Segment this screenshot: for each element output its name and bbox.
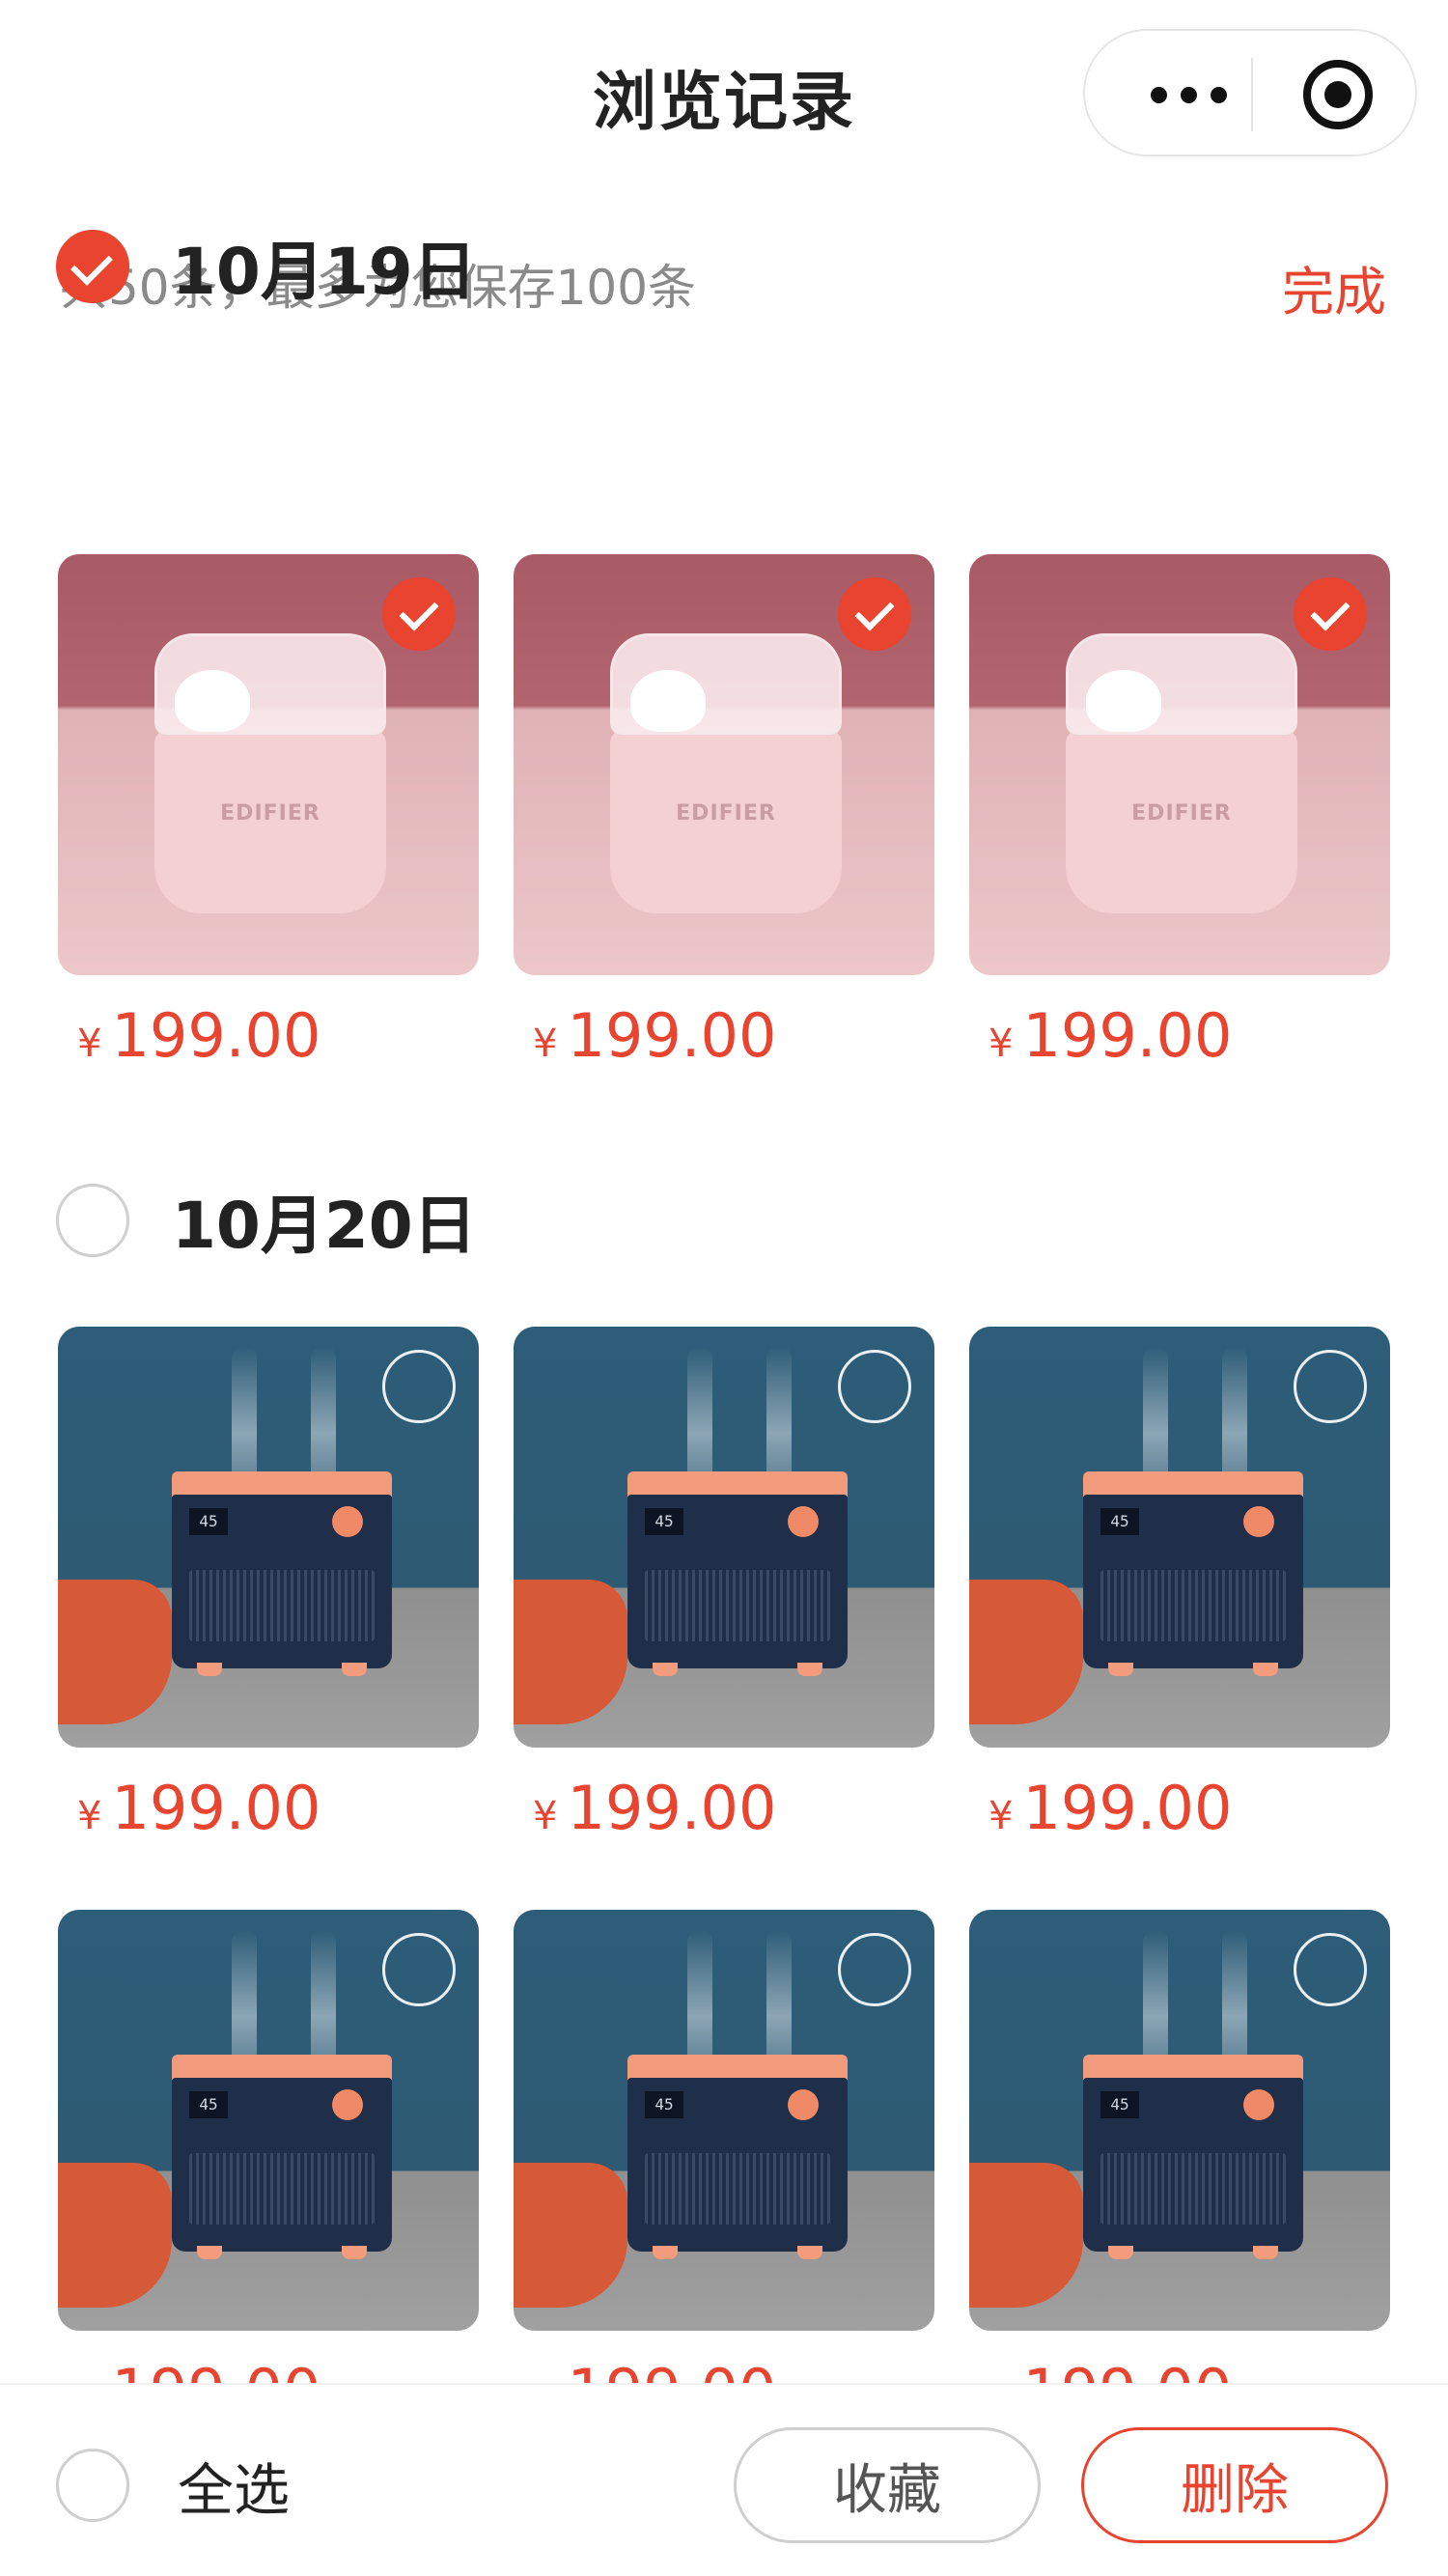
humidifier-display: 45 [1100, 2091, 1139, 2118]
group-date: 10月20日 [172, 1189, 477, 1263]
currency-symbol: ¥ [77, 1022, 102, 1066]
product-brand-label: EDIFIER [676, 801, 776, 826]
earbuds-case-image: EDIFIER [154, 633, 386, 913]
product-price: ¥199.00 [989, 1000, 1232, 1071]
nav-bar: 浏览记录 [0, 0, 1448, 193]
humidifier-image: 45 [172, 1471, 392, 1676]
item-checkbox[interactable] [382, 577, 456, 651]
humidifier-display: 45 [645, 2091, 683, 2118]
price-value: 199.00 [567, 1773, 777, 1843]
more-dots-icon[interactable] [1126, 66, 1251, 124]
item-checkbox[interactable] [1294, 1933, 1367, 2006]
item-checkbox[interactable] [838, 577, 911, 651]
humidifier-image: 45 [1083, 2055, 1303, 2259]
currency-symbol: ¥ [533, 1794, 558, 1838]
select-all-checkbox[interactable] [56, 2449, 129, 2522]
product-price: ¥199.00 [77, 1000, 320, 1071]
item-checkbox[interactable] [382, 1933, 456, 2006]
product-price: ¥199.00 [77, 1773, 320, 1843]
capsule-divider [1251, 58, 1253, 131]
delete-button[interactable]: 删除 [1081, 2427, 1388, 2543]
product-card[interactable]: 45 [969, 1327, 1390, 1748]
humidifier-display: 45 [189, 1508, 228, 1535]
item-checkbox[interactable] [838, 1350, 911, 1423]
price-value: 199.00 [1022, 1000, 1233, 1071]
group-date: 10月19日 [172, 235, 477, 309]
done-button[interactable]: 完成 [1282, 249, 1386, 325]
group-header: 10月20日 [56, 1182, 477, 1263]
bottom-action-bar: 全选 收藏 删除 [0, 2383, 1448, 2576]
humidifier-display: 45 [1100, 1508, 1139, 1535]
group-checkbox[interactable] [56, 230, 129, 303]
price-value: 199.00 [111, 1000, 321, 1071]
product-card[interactable]: 45 [969, 1910, 1390, 2331]
product-card[interactable]: EDIFIER [58, 554, 479, 975]
product-card[interactable]: EDIFIER [514, 554, 934, 975]
group-checkbox[interactable] [56, 1184, 129, 1257]
product-card[interactable]: 45 [514, 1327, 934, 1748]
select-all[interactable]: 全选 [56, 2445, 290, 2526]
price-value: 199.00 [1022, 1773, 1233, 1843]
product-price: ¥199.00 [989, 1773, 1232, 1843]
earbuds-case-image: EDIFIER [1066, 633, 1297, 913]
target-icon[interactable] [1303, 60, 1373, 129]
price-value: 199.00 [567, 1000, 777, 1071]
currency-symbol: ¥ [989, 1022, 1014, 1066]
humidifier-image: 45 [172, 2055, 392, 2259]
product-brand-label: EDIFIER [220, 801, 320, 826]
favorite-button[interactable]: 收藏 [734, 2427, 1041, 2543]
humidifier-image: 45 [627, 2055, 848, 2259]
humidifier-display: 45 [645, 1508, 683, 1535]
price-value: 199.00 [111, 1773, 321, 1843]
product-brand-label: EDIFIER [1131, 801, 1232, 826]
earbuds-case-image: EDIFIER [610, 633, 842, 913]
item-checkbox[interactable] [838, 1933, 911, 2006]
currency-symbol: ¥ [77, 1794, 102, 1838]
item-checkbox[interactable] [1294, 1350, 1367, 1423]
product-price: ¥199.00 [533, 1773, 776, 1843]
mini-program-capsule [1083, 29, 1417, 156]
product-card[interactable]: 45 [58, 1327, 479, 1748]
item-checkbox[interactable] [382, 1350, 456, 1423]
select-all-label: 全选 [178, 2457, 291, 2523]
item-checkbox[interactable] [1294, 577, 1367, 651]
humidifier-image: 45 [1083, 1471, 1303, 1676]
product-card[interactable]: 45 [58, 1910, 479, 2331]
currency-symbol: ¥ [533, 1022, 558, 1066]
group-header: 10月19日 [56, 228, 477, 309]
currency-symbol: ¥ [989, 1794, 1014, 1838]
product-card[interactable]: 45 [514, 1910, 934, 2331]
humidifier-image: 45 [627, 1471, 848, 1676]
product-price: ¥199.00 [533, 1000, 776, 1071]
humidifier-display: 45 [189, 2091, 228, 2118]
product-card[interactable]: EDIFIER [969, 554, 1390, 975]
